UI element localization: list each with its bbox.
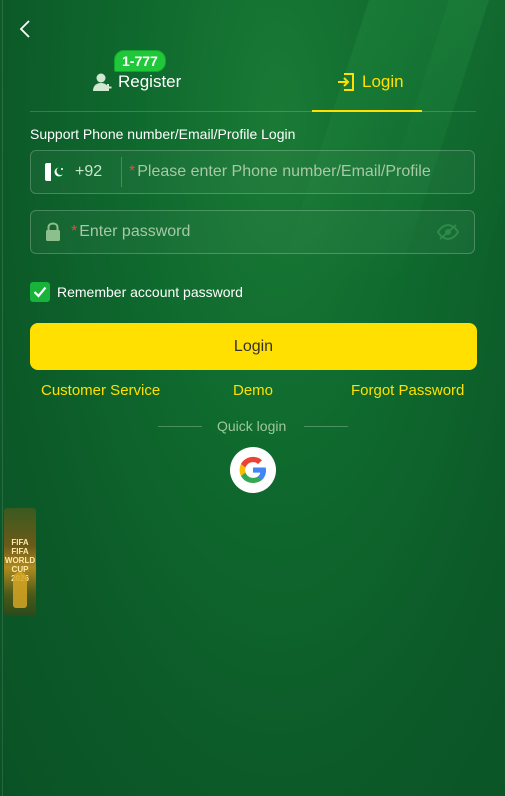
checkbox[interactable] bbox=[30, 282, 50, 302]
google-login-button[interactable] bbox=[230, 447, 276, 493]
support-text: Support Phone number/Email/Profile Login bbox=[30, 126, 296, 142]
country-code[interactable]: +92 bbox=[75, 163, 102, 181]
demo-link[interactable]: Demo bbox=[233, 382, 273, 399]
forgot-password-link[interactable]: Forgot Password bbox=[351, 382, 464, 399]
google-icon bbox=[239, 456, 266, 483]
tab-register[interactable]: Register bbox=[92, 72, 181, 92]
remember-label: Remember account password bbox=[57, 284, 243, 300]
customer-service-link[interactable]: Customer Service bbox=[41, 382, 160, 399]
eye-off-icon[interactable] bbox=[436, 223, 460, 241]
trophy-icon bbox=[13, 572, 27, 608]
required-mark: * bbox=[71, 223, 78, 240]
required-mark: * bbox=[129, 163, 136, 180]
divider-line bbox=[304, 426, 348, 427]
account-placeholder: * Please enter Phone number/Email/Profile bbox=[129, 163, 431, 180]
account-input[interactable]: +92 * Please enter Phone number/Email/Pro… bbox=[30, 150, 475, 194]
tab-login-label: Login bbox=[362, 72, 404, 91]
active-tab-indicator bbox=[312, 110, 422, 112]
add-user-icon bbox=[93, 73, 112, 91]
back-button[interactable] bbox=[14, 18, 36, 40]
quick-login-divider: Quick login bbox=[158, 418, 348, 438]
auth-tabs: Register 1-777 Login bbox=[30, 50, 476, 112]
quick-login-label: Quick login bbox=[217, 418, 287, 434]
divider-line bbox=[158, 426, 202, 427]
lock-icon bbox=[46, 222, 60, 241]
login-icon bbox=[338, 73, 354, 91]
frame-edge bbox=[2, 0, 3, 796]
login-button[interactable]: Login bbox=[30, 323, 477, 370]
password-placeholder: * Enter password bbox=[71, 223, 191, 240]
checkmark-icon bbox=[33, 286, 47, 298]
chevron-left-icon bbox=[19, 20, 30, 38]
register-bonus-badge: 1-777 bbox=[114, 50, 166, 72]
password-input[interactable]: * Enter password bbox=[30, 210, 475, 254]
remember-password-checkbox[interactable]: Remember account password bbox=[30, 282, 243, 302]
input-divider bbox=[121, 157, 122, 187]
tab-register-label: Register bbox=[118, 72, 182, 91]
world-cup-promo-banner[interactable]: FIFA FIFA WORLD CUP 2026 bbox=[4, 508, 36, 616]
tab-login[interactable]: Login bbox=[336, 72, 404, 92]
pakistan-flag-icon[interactable] bbox=[45, 163, 67, 181]
